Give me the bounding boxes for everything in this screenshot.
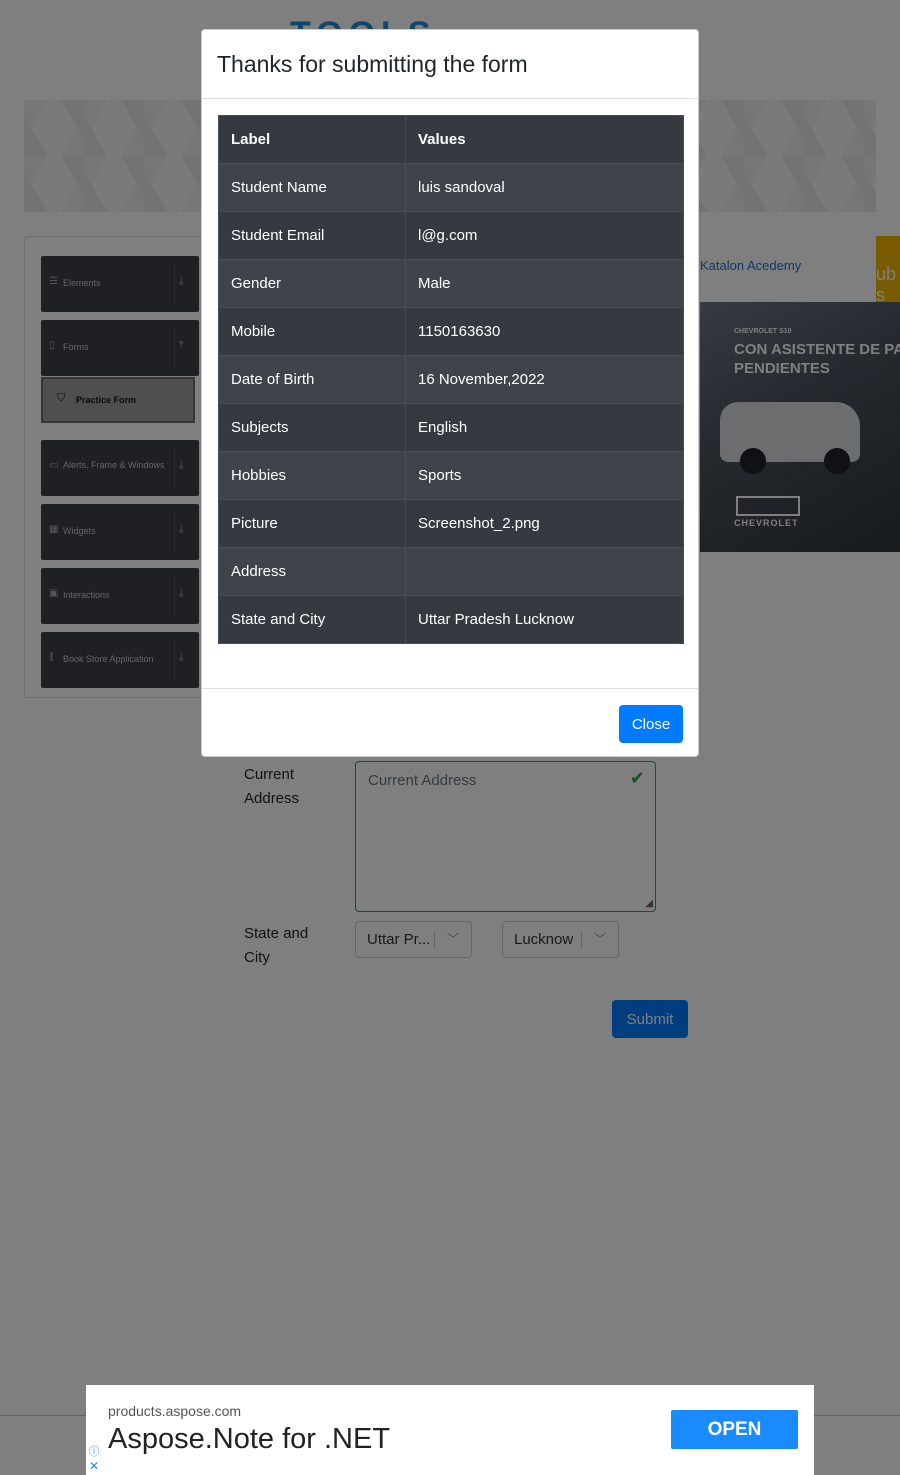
row-label: Address [218,547,406,596]
row-label: Gender [218,259,406,308]
results-table: Label Values Student Name luis sandoval … [218,115,684,644]
row-label: Student Name [218,163,406,212]
modal-header: Thanks for submitting the form [202,30,698,99]
table-header-row: Label Values [218,115,684,164]
row-value: 1150163630 [405,307,684,356]
row-label: Student Email [218,211,406,260]
row-value: English [405,403,684,452]
table-row: Student Email l@g.com [218,211,684,260]
submission-modal: Thanks for submitting the form Label Val… [201,29,699,757]
table-row: Date of Birth 16 November,2022 [218,355,684,404]
modal-footer: Close [202,688,698,757]
table-row: Address [218,547,684,596]
row-value: Uttar Pradesh Lucknow [405,595,684,644]
row-label: Subjects [218,403,406,452]
row-value: 16 November,2022 [405,355,684,404]
table-row: Subjects English [218,403,684,452]
ad-open-button[interactable]: OPEN [671,1410,798,1449]
table-row: Gender Male [218,259,684,308]
ad-domain: products.aspose.com [108,1403,242,1419]
row-label: Date of Birth [218,355,406,404]
row-value: Male [405,259,684,308]
column-header: Values [405,115,684,164]
row-value: Screenshot_2.png [405,499,684,548]
table-row: Picture Screenshot_2.png [218,499,684,548]
aspose-ad[interactable]: products.aspose.com Aspose.Note for .NET… [86,1385,814,1475]
modal-title: Thanks for submitting the form [217,51,528,77]
table-row: Student Name luis sandoval [218,163,684,212]
row-value [405,547,684,596]
close-icon[interactable]: ✕ [86,1459,102,1474]
row-label: State and City [218,595,406,644]
row-label: Picture [218,499,406,548]
column-header: Label [218,115,406,164]
table-row: Hobbies Sports [218,451,684,500]
ad-title: Aspose.Note for .NET [108,1423,391,1455]
row-label: Hobbies [218,451,406,500]
row-label: Mobile [218,307,406,356]
table-row: State and City Uttar Pradesh Lucknow [218,595,684,644]
row-value: luis sandoval [405,163,684,212]
modal-body: Label Values Student Name luis sandoval … [218,115,684,644]
row-value: Sports [405,451,684,500]
close-button[interactable]: Close [619,705,683,743]
row-value: l@g.com [405,211,684,260]
table-row: Mobile 1150163630 [218,307,684,356]
info-icon[interactable]: ⓘ [86,1443,102,1458]
